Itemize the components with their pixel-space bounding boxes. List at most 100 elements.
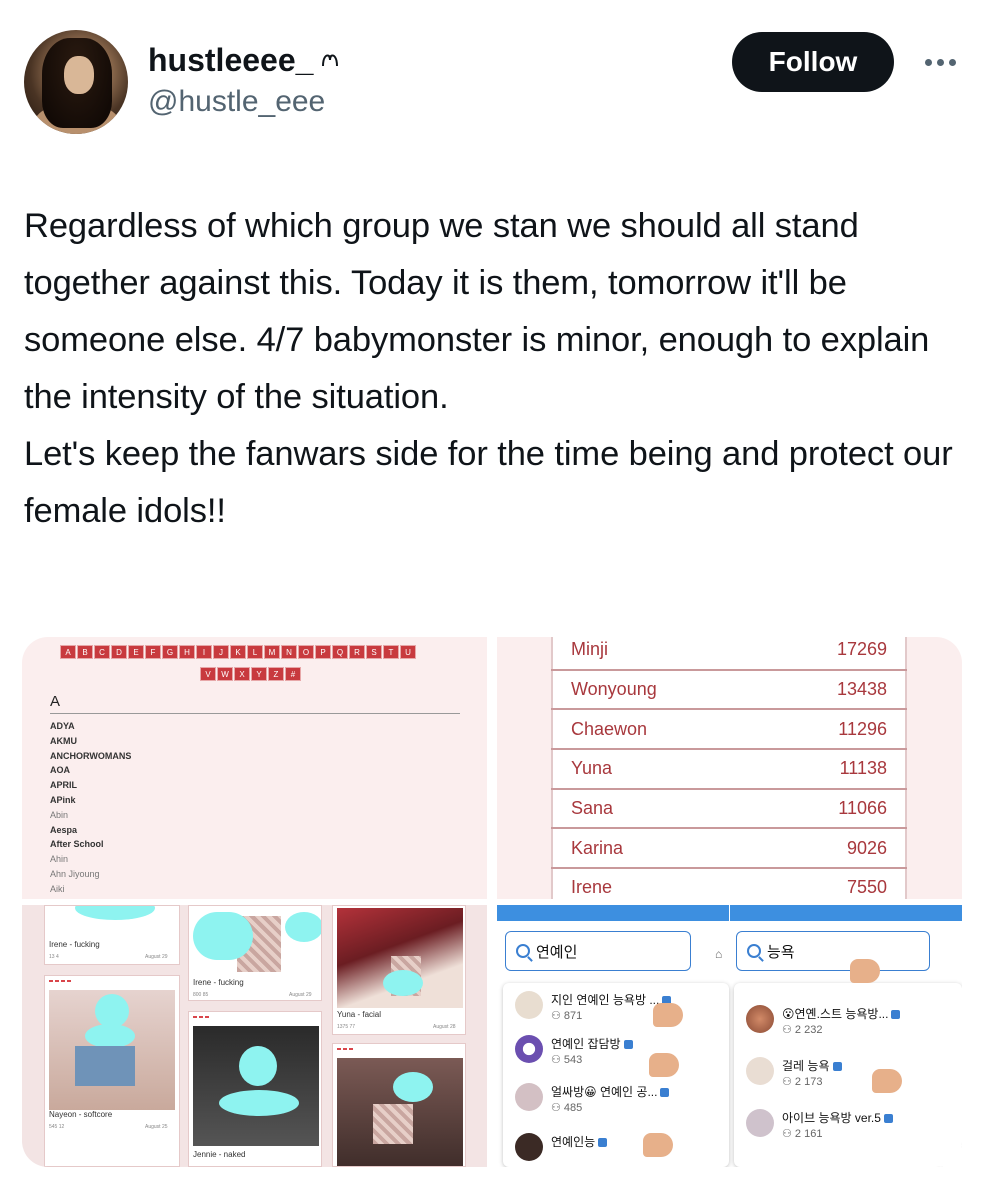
result-count: ⚇ 485 [551,1102,583,1114]
result-title: 아이브 능욕방 ver.5 [782,1109,893,1126]
alphabet-letter-link[interactable]: N [281,645,297,659]
bell-icon[interactable]: ⌂ [715,947,722,961]
ranking-name: Karina [571,837,624,858]
handle[interactable]: @hustle_eee [148,85,341,119]
result-avatar [746,1109,774,1137]
alphabet-letter-link[interactable]: Z [268,667,284,681]
alphabet-letter-link[interactable]: K [230,645,246,659]
gallery-meta: 800 85 [193,992,209,998]
app-top-bar [497,905,729,921]
alphabet-letter-link[interactable]: P [315,645,331,659]
media-search-screens[interactable]: 연예인 ⌂ 지인 연예인 능욕방 ... ⚇ 871 연예인 잡담방 ⚇ 543… [497,905,962,1167]
alphabet-letter-link[interactable]: A [60,645,76,659]
alphabet-letter-link[interactable]: # [285,667,301,681]
ranking-list: Minji 17269 Wonyoung 13438 Chaewon 11296 Yuna 1… [551,637,907,899]
ranking-name: Chaewon [571,718,648,739]
artist-link[interactable]: Aiki [50,882,131,897]
ranking-row[interactable]: Minji 17269 [551,637,907,671]
ranking-value: 7550 [846,877,887,898]
artist-link[interactable]: AOA [50,763,131,778]
alphabet-letter-link[interactable]: I [196,645,212,659]
alphabet-letter-link[interactable]: B [77,645,93,659]
ranking-row[interactable]: Sana 11066 [551,790,907,830]
ranking-row[interactable]: Yuna 11138 [551,750,907,790]
alphabet-letter-link[interactable]: L [247,645,263,659]
pointing-hand-emoji [872,1069,902,1093]
artist-link[interactable]: APRIL [50,778,131,793]
gallery-tile: Yuna - facial 1375 77 August 28 [332,905,466,1035]
alphabet-letter-link[interactable]: E [128,645,144,659]
media-ranking-table[interactable]: Minji 17269 Wonyoung 13438 Chaewon 11296 Yuna 1… [497,637,962,899]
ranking-row[interactable]: Chaewon 11296 [551,710,907,751]
bot-icon [883,1114,893,1124]
result-avatar [515,991,543,1019]
artist-link[interactable]: After School [50,837,131,852]
pointing-hand-emoji [643,1133,673,1157]
artist-link[interactable]: ANCHORWOMANS [50,749,131,764]
section-divider [50,713,460,714]
display-name-row[interactable]: hustleeee_ [148,42,341,79]
alphabet-letter-link[interactable]: C [94,645,110,659]
ranking-name: Wonyoung [571,679,657,700]
ranking-row[interactable]: Wonyoung 13438 [551,671,907,711]
alphabet-letter-link[interactable]: G [162,645,178,659]
media-gallery[interactable]: Irene - fucking 13 4 August 29 Irene - f… [22,905,487,1167]
alphabet-letter-link[interactable]: H [179,645,195,659]
tag [49,980,53,982]
tag [193,1016,197,1018]
alphabet-letter-link[interactable]: V [200,667,216,681]
media-artist-directory[interactable]: ABCDEFGHIJKLMNOPQRSTU V W X Y Z # A ADYA AKMU A… [22,637,487,899]
alphabet-letter-link[interactable]: R [349,645,365,659]
alphabet-letter-link[interactable]: Y [251,667,267,681]
artist-link[interactable]: Abin [50,808,131,823]
result-avatar [515,1035,543,1063]
search-input[interactable]: 연예인 [505,931,691,971]
search-query: 연예인 [536,943,578,961]
alphabet-index-row-2: V W X Y Z # [200,667,301,681]
display-name[interactable]: hustleeee_ [148,42,313,79]
ranking-name: Sana [571,798,614,819]
tweet-media-grid[interactable]: ABCDEFGHIJKLMNOPQRSTU V W X Y Z # A ADYA AKMU A… [22,637,962,1167]
gallery-date: August 29 [145,954,168,960]
alphabet-letter-link[interactable]: J [213,645,229,659]
ranking-value: 17269 [836,639,887,660]
artist-link[interactable]: APink [50,793,131,808]
tag-row [49,980,71,982]
pixelated-image [373,1104,413,1144]
artist-link[interactable]: Ahin [50,852,131,867]
alphabet-letter-link[interactable]: X [234,667,250,681]
tag [199,1016,203,1018]
ranking-value: 11296 [838,718,887,739]
ranking-row[interactable]: Irene 7550 [551,869,907,899]
ranking-row[interactable]: Karina 9026 [551,829,907,870]
bot-icon [660,1088,670,1098]
alphabet-letter-link[interactable]: O [298,645,314,659]
censor-blob [75,906,155,920]
censor-blob [285,912,321,942]
avatar[interactable] [24,30,128,134]
alphabet-letter-link[interactable]: U [400,645,416,659]
search-icon [516,944,530,958]
search-input[interactable]: 능욕 [736,931,930,971]
alphabet-letter-link[interactable]: S [366,645,382,659]
ranking-name: Minji [571,639,609,660]
artist-link[interactable]: ADYA [50,719,131,734]
alphabet-letter-link[interactable]: Q [332,645,348,659]
alphabet-letter-link[interactable]: W [217,667,233,681]
more-horizontal-icon[interactable] [920,44,960,80]
artist-link[interactable]: AKMU [50,734,131,749]
result-title: 지인 연예인 능욕방 ... [551,991,672,1008]
result-title: 😮연옌.스트 능욕방... [782,1005,901,1022]
censor-blob [383,970,423,996]
gallery-meta: 13 4 [49,954,59,960]
artist-link[interactable]: Ahn Jiyoung [50,867,131,882]
tag-row [337,1048,353,1050]
follow-button[interactable]: Follow [732,32,894,92]
alphabet-letter-link[interactable]: T [383,645,399,659]
author-name-block: hustleeee_ @hustle_eee [148,42,341,119]
alphabet-letter-link[interactable]: D [111,645,127,659]
gallery-tile [332,1043,466,1167]
artist-link[interactable]: Aespa [50,823,131,838]
alphabet-letter-link[interactable]: M [264,645,280,659]
alphabet-letter-link[interactable]: F [145,645,161,659]
